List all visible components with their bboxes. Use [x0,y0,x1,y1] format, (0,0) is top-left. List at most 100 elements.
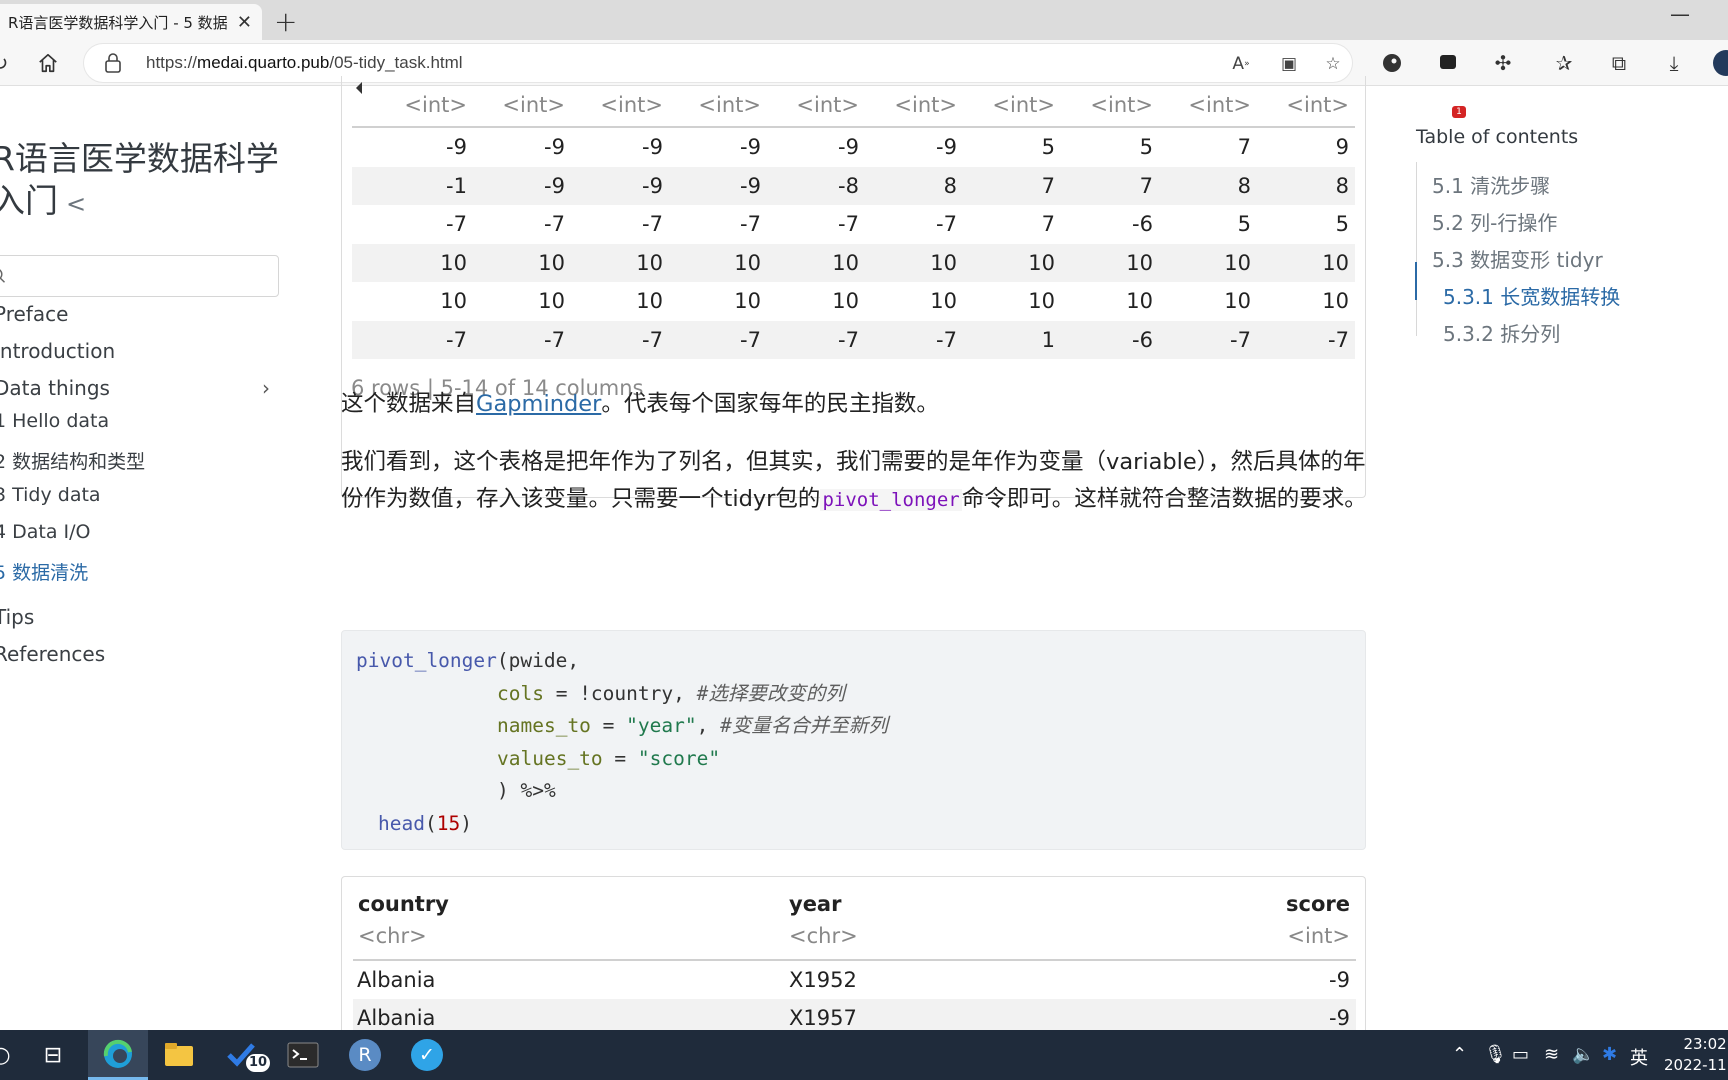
task-view-icon[interactable]: ⊟ [34,1036,72,1074]
column-type: <int> [600,93,663,117]
table-cell: 7 [1041,173,1055,198]
column-type: <int> [992,93,1055,117]
gapminder-link[interactable]: Gapminder [476,391,601,417]
vscode-like-app-icon[interactable]: ✓ [408,1036,446,1074]
sidebar-item-tips[interactable]: Tips [0,605,34,629]
table-cell: -7 [740,212,761,237]
new-tab-icon[interactable]: + [274,5,297,38]
input-method-icon[interactable]: ✱ [1602,1044,1617,1065]
code-line-2: cols = !country, #选择要改变的列 [356,678,1351,711]
r-app-icon[interactable]: R [346,1036,384,1074]
lock-icon[interactable] [104,52,126,74]
file-explorer-icon[interactable] [160,1036,198,1074]
sidebar-item-references[interactable]: References [0,642,105,666]
toc-item-5-1[interactable]: 5.1 清洗步骤 [1432,170,1550,199]
system-clock[interactable]: 23:02 2022-11 [1664,1034,1727,1076]
table-cell: -7 [838,327,859,352]
sidebar-item-data-io[interactable]: 4 Data I/O [0,521,91,543]
search-taskbar-icon[interactable]: ○ [0,1036,20,1074]
table-cell: -1 [446,173,467,198]
sidebar-item-hello-data[interactable]: 1 Hello data [0,410,109,432]
sidebar-item-tidy-data[interactable]: 3 Tidy data [0,484,101,506]
volume-icon[interactable]: 🔈 [1572,1044,1594,1065]
table-cell: 10 [1224,289,1251,314]
chevron-right-icon[interactable]: › [262,376,270,400]
code-block[interactable]: pivot_longer(pwide, cols = !country, #选择… [341,630,1366,850]
sidebar-item-data-cleaning[interactable]: 5 数据清洗 [0,558,88,585]
terminal-icon[interactable] [284,1036,322,1074]
toc-item-5-3[interactable]: 5.3 数据变形 tidyr [1432,244,1603,273]
table-cell: -7 [642,327,663,352]
table-cell: 10 [930,250,957,275]
table-cell: 10 [1028,289,1055,314]
column-header-country[interactable]: country [358,892,449,916]
extensions-puzzle-icon[interactable]: ✣ [1489,49,1517,77]
edge-taskbar-icon[interactable] [88,1030,148,1080]
table-type-row: <chr> <chr> <int> [353,917,1356,961]
immersive-reader-icon[interactable]: ▣ [1276,51,1302,77]
profile-avatar[interactable] [1712,49,1728,77]
column-type: <int> [796,93,859,117]
table-cell: Albania [357,1006,436,1030]
toc-item-5-3-2[interactable]: 5.3.2 拆分列 [1443,318,1560,347]
column-header-year[interactable]: year [789,892,841,916]
sidebar-item-preface[interactable]: Preface [0,302,68,326]
table-cell: -9 [1329,968,1350,992]
column-header-score[interactable]: score [1286,892,1350,916]
sidebar-item-introduction[interactable]: Introduction [0,339,115,363]
collections-icon[interactable]: ⧉ [1605,49,1633,77]
add-favorite-icon[interactable]: ☆ [1320,51,1346,77]
book-title[interactable]: R语言医学数据科学入门 < [0,138,282,225]
downloads-icon[interactable]: ⤓ [1660,49,1688,77]
url-text[interactable]: https://medai.quarto.pub/05-tidy_task.ht… [146,53,463,73]
toc-active-indicator [1415,262,1417,300]
table-cell: -7 [838,212,859,237]
code-string: "score" [637,746,721,770]
table-cell: 8 [1335,173,1349,198]
refresh-icon[interactable]: ↻ [0,49,14,77]
ime-language-indicator[interactable]: 英 [1630,1044,1648,1070]
minimize-window-icon[interactable]: — [1670,2,1690,26]
favorites-icon[interactable]: ✰ [1550,49,1578,77]
close-tab-icon[interactable]: ✕ [237,12,252,33]
table-cell: 10 [1322,250,1349,275]
share-icon[interactable]: < [66,183,86,225]
sidebar-item-data-things[interactable]: Data things [0,376,110,400]
para1-text: 这个数据来自 [341,391,477,417]
toc-num: 5.3.2 [1443,322,1494,346]
paragraph-pivot-explanation: 我们看到，这个表格是把年作为了列名，但其实，我们需要的是年作为变量（variab… [341,444,1371,519]
read-aloud-icon[interactable]: A» [1228,51,1254,77]
table-cell: 10 [1126,250,1153,275]
microphone-icon[interactable]: 🎙 [1484,1044,1507,1065]
evernote-extension-icon[interactable] [1378,49,1406,77]
code-line-6: head(15) [356,808,1351,841]
table-row: 10 10 10 10 10 10 10 10 10 10 [352,282,1355,321]
wide-table-grid: <int> <int> <int> <int> <int> <int> <int… [352,84,1355,359]
table-row: -9 -9 -9 -9 -9 -9 5 5 7 9 [352,128,1355,167]
table-cell: -7 [642,212,663,237]
active-tab[interactable]: R语言医学数据科学入门 - 5 数据 ✕ [0,4,262,40]
search-input[interactable] [0,255,279,297]
table-cell: -9 [446,135,467,160]
home-icon[interactable] [34,49,62,77]
clock-date: 2022-11 [1664,1056,1727,1074]
sidebar-item-data-structures[interactable]: 2 数据结构和类型 [0,447,145,474]
para2-text-after: 命令即可。这样就符合整洁数据的要求。 [961,486,1367,512]
table-row: -7 -7 -7 -7 -7 -7 7 -6 5 5 [352,205,1355,244]
toc-item-5-2[interactable]: 5.2 列-行操作 [1432,207,1557,236]
table-cell: X1957 [789,1006,857,1030]
extension-icon[interactable] [1434,49,1462,77]
code-text: , [696,714,721,737]
toc-divider [1416,162,1417,336]
toc-item-5-3-1[interactable]: 5.3.1 长宽数据转换 [1443,281,1620,310]
wifi-icon[interactable]: ≋ [1544,1044,1559,1065]
toc-label: 长宽数据转换 [1500,285,1621,309]
code-line-3: names_to = "year", #变量名合并至新列 [356,710,1351,743]
table-cell: 10 [734,250,761,275]
show-hidden-icons-chevron-icon[interactable]: ⌃ [1452,1044,1467,1065]
todo-badge: 10 [246,1054,271,1072]
table-cell: -7 [544,327,565,352]
table-cell: -7 [446,212,467,237]
table-cell: 10 [1322,289,1349,314]
battery-icon[interactable]: ▭ [1512,1044,1529,1065]
